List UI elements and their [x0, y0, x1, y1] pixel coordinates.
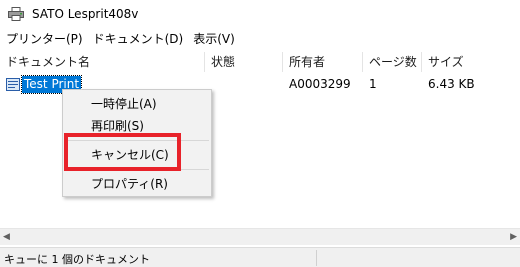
status-divider [316, 250, 317, 266]
title-bar: SATO Lesprit408v [0, 0, 520, 30]
document-size-cell: 6.43 KB [428, 77, 475, 91]
scroll-left-icon[interactable]: ◀ [3, 232, 13, 242]
window-title: SATO Lesprit408v [32, 7, 139, 21]
horizontal-scrollbar[interactable]: ◀ ▶ [0, 228, 520, 245]
column-size[interactable]: サイズ [422, 52, 520, 72]
column-pages[interactable]: ページ数 [363, 52, 422, 72]
column-owner[interactable]: 所有者 [283, 52, 363, 72]
status-bar: キューに 1 個のドキュメント [0, 247, 520, 267]
status-text: キューに 1 個のドキュメント [4, 253, 150, 266]
menu-view[interactable]: 表示(V) [189, 30, 239, 48]
menu-item-pause[interactable]: 一時停止(A) [63, 93, 211, 115]
document-pages-cell: 1 [369, 77, 377, 91]
scroll-right-icon[interactable]: ▶ [507, 232, 517, 242]
menu-item-properties[interactable]: プロパティ(R) [63, 173, 211, 195]
cancel-highlight-box [64, 133, 181, 171]
menu-printer[interactable]: プリンター(P) [2, 30, 87, 48]
printer-icon [8, 7, 24, 21]
menu-bar: プリンター(P) ドキュメント(D) 表示(V) [0, 30, 520, 48]
menu-document[interactable]: ドキュメント(D) [89, 30, 188, 48]
document-owner-cell: A0003299 [289, 77, 351, 91]
column-header: ドキュメント名 状態 所有者 ページ数 サイズ [0, 52, 520, 72]
column-status[interactable]: 状態 [205, 52, 283, 72]
column-document-name[interactable]: ドキュメント名 [0, 52, 205, 72]
document-icon [6, 78, 20, 91]
